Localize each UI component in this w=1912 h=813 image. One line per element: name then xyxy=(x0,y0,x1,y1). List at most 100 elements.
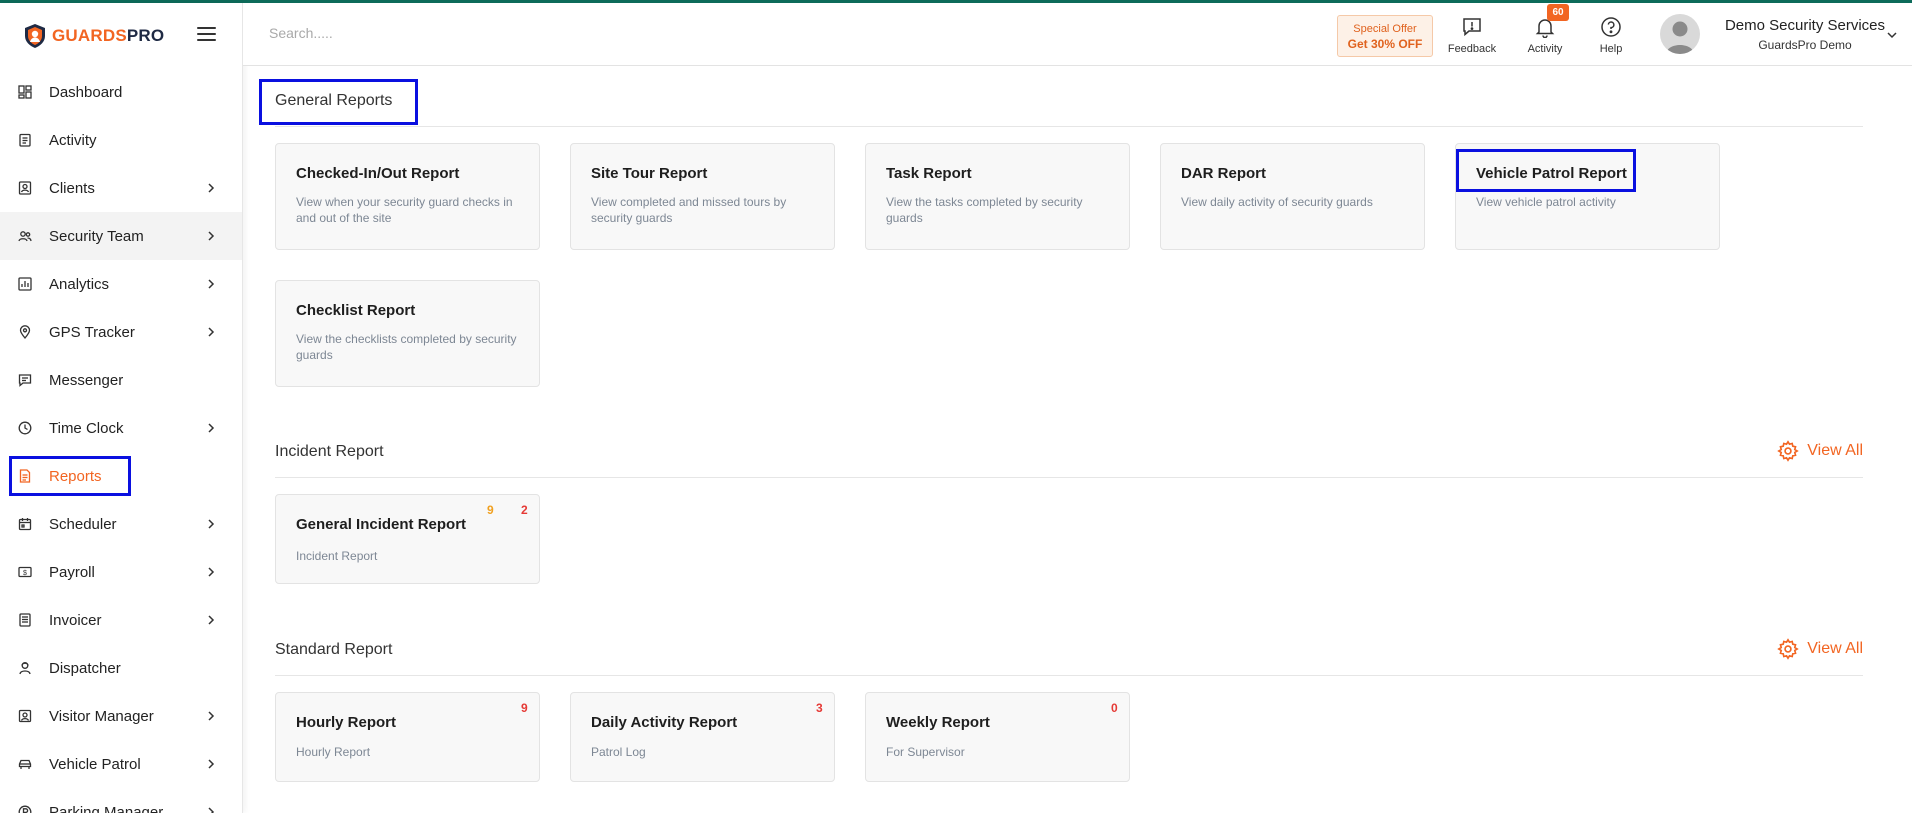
card-description: View when your security guard checks in … xyxy=(296,195,513,225)
card-description: View the tasks completed by security gua… xyxy=(886,195,1083,225)
sidebar-item-label: Activity xyxy=(49,131,97,149)
card-title: Checked-In/Out Report xyxy=(296,165,460,182)
card-description: View the checklists completed by securit… xyxy=(296,332,517,362)
activity-button[interactable]: 60 Activity xyxy=(1515,4,1575,60)
report-card-weekly[interactable]: 0 Weekly Report For Supervisor xyxy=(865,692,1130,782)
sidebar-item-time-clock[interactable]: Time Clock xyxy=(0,404,242,452)
chevron-down-icon[interactable] xyxy=(1886,30,1898,40)
user-name[interactable]: Demo Security Services xyxy=(1710,17,1900,34)
sidebar-item-label: Time Clock xyxy=(49,419,124,437)
visitor-icon xyxy=(18,709,32,723)
sidebar-menu: Dashboard Activity Clients Security Team… xyxy=(0,68,242,813)
offer-line2: Get 30% OFF xyxy=(1347,37,1423,51)
chevron-right-icon xyxy=(208,327,215,337)
reports-highlight-box xyxy=(9,456,131,496)
special-offer-button[interactable]: Special Offer Get 30% OFF xyxy=(1337,15,1433,57)
sidebar-item-label: Messenger xyxy=(49,371,124,389)
report-card-checked-in-out[interactable]: Checked-In/Out Report View when your sec… xyxy=(275,143,540,250)
sidebar-item-payroll[interactable]: $ Payroll xyxy=(0,548,242,596)
view-all-label: View All xyxy=(1807,640,1863,657)
sidebar-item-label: Visitor Manager xyxy=(49,707,154,725)
chevron-right-icon xyxy=(208,519,215,529)
report-card-dar[interactable]: DAR Report View daily activity of securi… xyxy=(1160,143,1425,250)
calendar-icon xyxy=(18,517,32,531)
sidebar-item-label: Parking Manager xyxy=(49,803,164,813)
sidebar-item-dispatcher[interactable]: Dispatcher xyxy=(0,644,242,692)
sidebar-item-label: Invoicer xyxy=(49,611,102,629)
sidebar-item-label: Dispatcher xyxy=(49,659,121,677)
gear-icon xyxy=(1777,440,1800,462)
incident-count-pending: 9 xyxy=(487,503,494,517)
hamburger-menu-icon[interactable] xyxy=(197,27,216,43)
clients-icon xyxy=(18,181,32,195)
sidebar-item-label: Payroll xyxy=(49,563,95,581)
activity-icon xyxy=(18,133,32,147)
sidebar-item-dashboard[interactable]: Dashboard xyxy=(0,68,242,116)
general-reports-title: General Reports xyxy=(275,92,393,109)
card-title: Weekly Report xyxy=(886,714,990,731)
sidebar-item-label: Analytics xyxy=(49,275,110,293)
card-title: Task Report xyxy=(886,165,972,182)
view-all-label: View All xyxy=(1807,442,1863,459)
logo[interactable]: GUARDSPRO xyxy=(24,21,164,51)
sidebar-item-clients[interactable]: Clients xyxy=(0,164,242,212)
avatar[interactable] xyxy=(1660,14,1700,54)
sidebar-item-security-team[interactable]: Security Team xyxy=(0,212,242,260)
feedback-button[interactable]: Feedback xyxy=(1442,16,1502,60)
sidebar-item-invoicer[interactable]: Invoicer xyxy=(0,596,242,644)
report-count: 0 xyxy=(1111,701,1118,715)
sidebar-item-analytics[interactable]: Analytics xyxy=(0,260,242,308)
card-description: Patrol Log xyxy=(591,745,646,759)
sidebar-item-label: Vehicle Patrol xyxy=(49,755,141,773)
help-button[interactable]: Help xyxy=(1581,16,1641,60)
main-content: General Reports Checked-In/Out Report Vi… xyxy=(243,66,1912,813)
report-card-site-tour[interactable]: Site Tour Report View completed and miss… xyxy=(570,143,835,250)
standard-view-all-link[interactable]: View All xyxy=(1777,637,1863,661)
location-pin-icon xyxy=(18,325,32,339)
report-count: 3 xyxy=(816,701,823,715)
chevron-right-icon xyxy=(208,231,215,241)
parking-icon xyxy=(18,805,32,813)
report-count: 9 xyxy=(521,701,528,715)
divider xyxy=(275,477,1863,478)
sidebar-item-label: Security Team xyxy=(49,227,144,245)
sidebar-item-parking-manager[interactable]: Parking Manager xyxy=(0,788,242,813)
standard-report-title: Standard Report xyxy=(275,641,393,658)
card-description: Incident Report xyxy=(296,549,378,563)
report-card-hourly[interactable]: 9 Hourly Report Hourly Report xyxy=(275,692,540,782)
sidebar-item-messenger[interactable]: Messenger xyxy=(0,356,242,404)
message-icon xyxy=(18,373,32,387)
incident-count-open: 2 xyxy=(521,503,528,517)
sidebar-item-activity[interactable]: Activity xyxy=(0,116,242,164)
help-icon xyxy=(1601,17,1621,37)
search-input[interactable] xyxy=(269,25,569,41)
report-card-daily-activity[interactable]: 3 Daily Activity Report Patrol Log xyxy=(570,692,835,782)
sidebar-item-label: Dashboard xyxy=(49,83,123,101)
offer-line1: Special Offer xyxy=(1353,23,1417,35)
invoice-icon xyxy=(18,613,32,627)
card-description: View completed and missed tours by secur… xyxy=(591,195,787,225)
chevron-right-icon xyxy=(208,807,215,813)
chevron-right-icon xyxy=(208,711,215,721)
team-icon xyxy=(18,229,32,243)
clock-icon xyxy=(18,421,32,435)
sidebar-item-scheduler[interactable]: Scheduler xyxy=(0,500,242,548)
report-card-checklist[interactable]: Checklist Report View the checklists com… xyxy=(275,280,540,387)
sidebar-item-vehicle-patrol[interactable]: Vehicle Patrol xyxy=(0,740,242,788)
incident-view-all-link[interactable]: View All xyxy=(1777,439,1863,463)
chevron-right-icon xyxy=(208,567,215,577)
report-card-general-incident[interactable]: 9 2 General Incident Report Incident Rep… xyxy=(275,494,540,584)
payroll-icon: $ xyxy=(18,565,32,579)
activity-label: Activity xyxy=(1527,43,1563,55)
sidebar-item-label: GPS Tracker xyxy=(49,323,135,341)
chevron-right-icon xyxy=(208,279,215,289)
sidebar-item-reports[interactable]: Reports xyxy=(0,452,242,500)
sidebar-item-gps-tracker[interactable]: GPS Tracker xyxy=(0,308,242,356)
report-card-vehicle-patrol[interactable]: Vehicle Patrol Report View vehicle patro… xyxy=(1455,143,1720,250)
card-description: View vehicle patrol activity xyxy=(1476,195,1616,209)
card-title: DAR Report xyxy=(1181,165,1266,182)
report-card-task[interactable]: Task Report View the tasks completed by … xyxy=(865,143,1130,250)
divider xyxy=(275,675,1863,676)
sidebar-item-visitor-manager[interactable]: Visitor Manager xyxy=(0,692,242,740)
card-title: Vehicle Patrol Report xyxy=(1476,165,1627,182)
